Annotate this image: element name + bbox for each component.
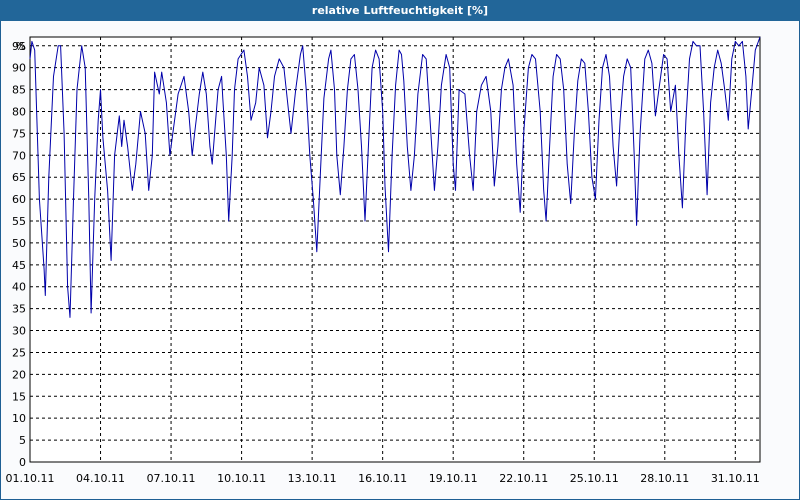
y-axis-labels: 05101520253035404550556065707580859095 <box>12 40 26 469</box>
y-tick-label: 65 <box>12 171 26 184</box>
y-tick-label: 40 <box>12 281 26 294</box>
x-tick-label: 22.10.11 <box>499 472 548 485</box>
y-tick-label: 70 <box>12 149 26 162</box>
x-tick-label: 31.10.11 <box>711 472 760 485</box>
y-tick-label: 15 <box>12 390 26 403</box>
y-tick-label: 50 <box>12 237 26 250</box>
y-tick-label: 30 <box>12 325 26 338</box>
y-tick-label: 80 <box>12 105 26 118</box>
y-tick-label: 0 <box>19 456 26 469</box>
y-tick-label: 75 <box>12 127 26 140</box>
y-tick-label: 5 <box>19 434 26 447</box>
y-unit-label: % <box>16 40 26 53</box>
x-tick-label: 13.10.11 <box>288 472 337 485</box>
humidity-chart: 05101520253035404550556065707580859095 0… <box>6 36 761 485</box>
x-tick-label: 19.10.11 <box>429 472 478 485</box>
y-tick-label: 55 <box>12 215 26 228</box>
x-tick-label: 10.10.11 <box>217 472 266 485</box>
x-tick-label: 07.10.11 <box>147 472 196 485</box>
x-tick-label: 01.10.11 <box>6 472 55 485</box>
x-tick-label: 25.10.11 <box>570 472 619 485</box>
y-tick-label: 35 <box>12 303 26 316</box>
y-tick-label: 25 <box>12 346 26 359</box>
y-tick-label: 60 <box>12 193 26 206</box>
y-tick-label: 90 <box>12 62 26 75</box>
y-tick-label: 45 <box>12 259 26 272</box>
x-tick-label: 28.10.11 <box>640 472 689 485</box>
y-tick-label: 85 <box>12 84 26 97</box>
y-tick-label: 20 <box>12 368 26 381</box>
x-axis-labels: 01.10.11 04.10.11 07.10.11 10.10.11 13.10.11… <box>6 472 760 485</box>
x-tick-label: 04.10.11 <box>76 472 125 485</box>
x-tick-label: 16.10.11 <box>358 472 407 485</box>
y-tick-label: 10 <box>12 412 26 425</box>
